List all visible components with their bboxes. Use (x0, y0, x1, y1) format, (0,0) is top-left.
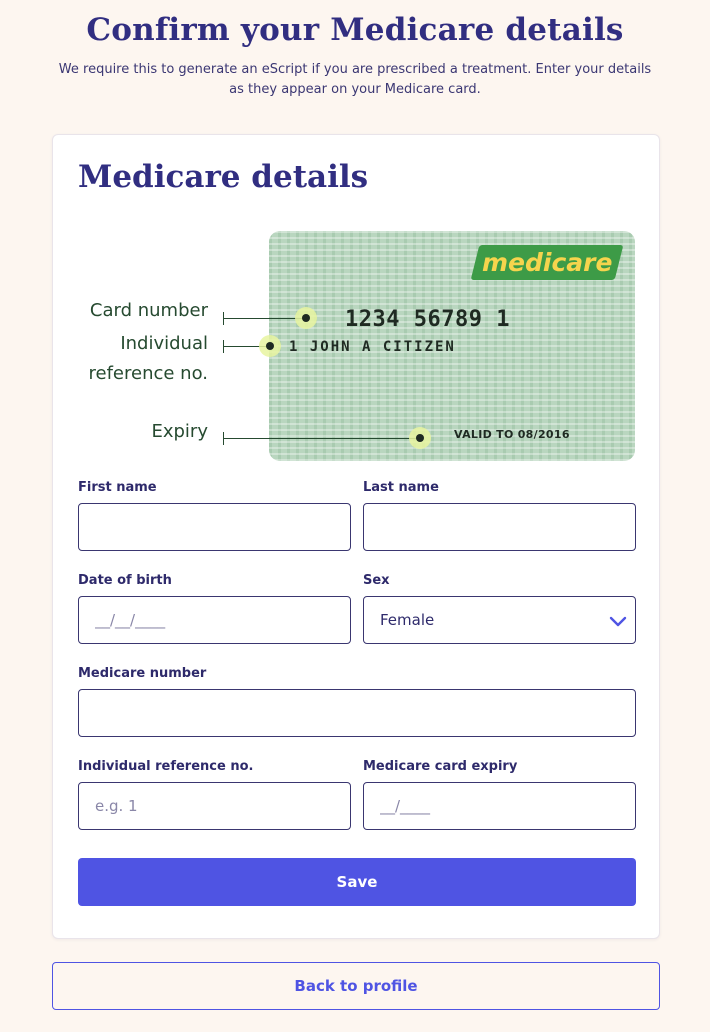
sex-select[interactable]: Female (363, 596, 636, 644)
medicare-card-image: medicare 1234 56789 1 1 JOHN A CITIZEN V… (269, 231, 635, 461)
label-card-number: Card number (89, 300, 208, 321)
intro-text: We require this to generate an eScript i… (58, 62, 652, 97)
medicare-logo: medicare (470, 245, 624, 280)
back-to-profile-button[interactable]: Back to profile (52, 962, 660, 1010)
label-irn-line2: reference no. (88, 363, 209, 384)
dob-label: Date of birth (78, 573, 172, 588)
medicare-details-card: Medicare details Card number Individual … (52, 134, 660, 939)
card-number-marker-icon (295, 307, 317, 329)
expiry-leader (223, 432, 419, 445)
sex-label: Sex (363, 573, 390, 588)
irn-input[interactable] (78, 782, 351, 830)
first-name-input[interactable] (78, 503, 351, 551)
irn-label: Individual reference no. (78, 759, 254, 774)
irn-marker-icon (259, 335, 281, 357)
label-expiry: Expiry (151, 421, 208, 442)
last-name-label: Last name (363, 480, 439, 495)
card-title: Medicare details (78, 159, 369, 195)
last-name-input[interactable] (363, 503, 636, 551)
medicare-number-input[interactable] (78, 689, 636, 737)
card-valid-sample: VALID TO 08/2016 (454, 428, 570, 441)
medicare-card-illustration: Card number Individual reference no. Exp… (53, 231, 661, 463)
card-number-sample: 1234 56789 1 (345, 307, 510, 332)
chevron-down-icon (609, 616, 627, 627)
label-irn-line1: Individual (120, 333, 208, 354)
save-button[interactable]: Save (78, 858, 636, 906)
dob-input[interactable] (78, 596, 351, 644)
medicare-number-label: Medicare number (78, 666, 207, 681)
first-name-label: First name (78, 480, 157, 495)
card-name-sample: 1 JOHN A CITIZEN (289, 339, 456, 355)
sex-selected-value: Female (380, 611, 435, 629)
expiry-marker-icon (409, 427, 431, 449)
expiry-input[interactable] (363, 782, 636, 830)
page-title: Confirm your Medicare details (86, 12, 624, 48)
expiry-label: Medicare card expiry (363, 759, 518, 774)
